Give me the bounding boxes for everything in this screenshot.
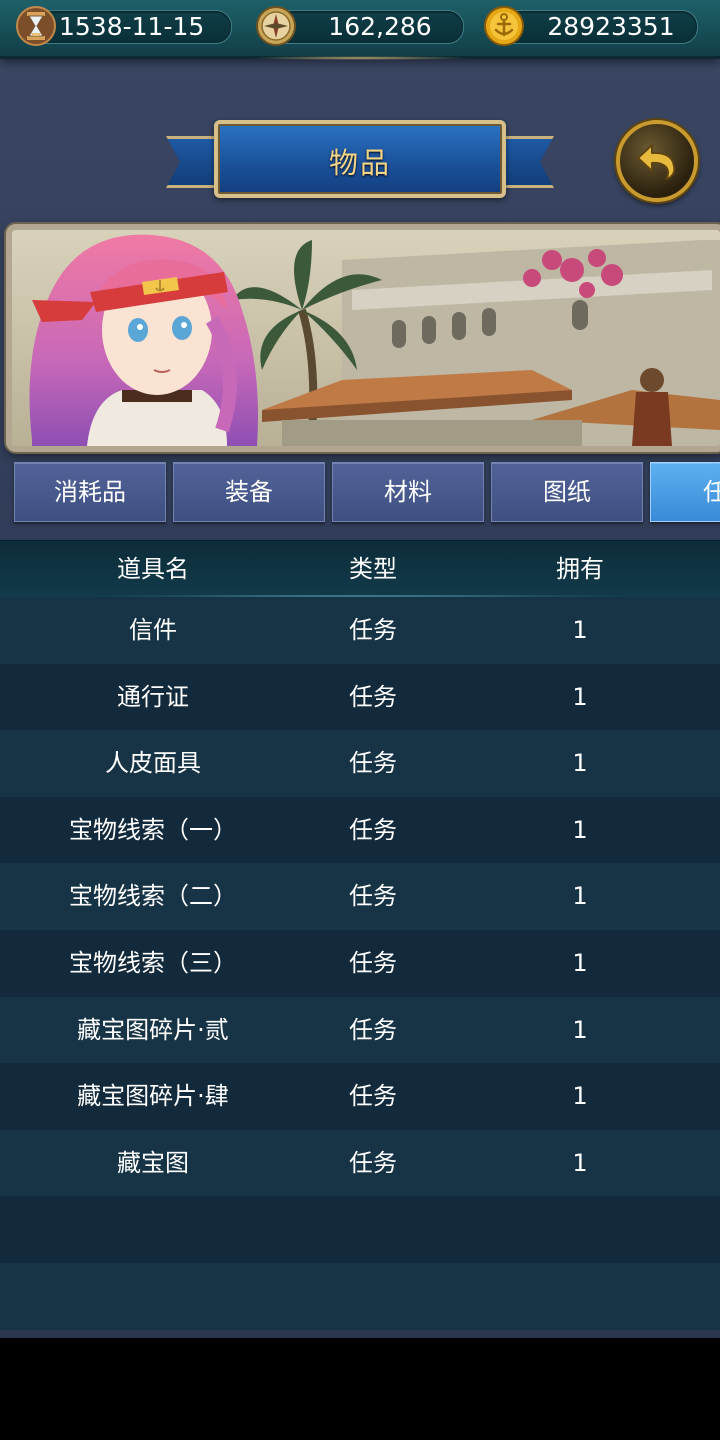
- anchor-coin-icon: [484, 6, 524, 46]
- item-name: 信件: [129, 616, 177, 644]
- tab-consumables[interactable]: 消耗品: [14, 462, 166, 522]
- item-type: 任务: [349, 1015, 397, 1044]
- empty-row: [0, 1196, 720, 1263]
- column-header-name: 道具名: [117, 555, 189, 583]
- item-name: 宝物线索（一）: [69, 815, 237, 844]
- tab-equipment[interactable]: 装备: [173, 462, 325, 522]
- item-count: 1: [572, 749, 588, 778]
- table-row[interactable]: 人皮面具 任务 1: [0, 730, 720, 797]
- column-header-owned: 拥有: [556, 555, 604, 583]
- item-type: 任务: [349, 948, 397, 977]
- ribbon-center: 物品: [214, 120, 506, 198]
- item-type: 任务: [349, 682, 397, 711]
- table-row[interactable]: 宝物线索（二） 任务 1: [0, 863, 720, 930]
- table-row[interactable]: 藏宝图 任务 1: [0, 1129, 720, 1197]
- date-display: 1538-11-15: [16, 6, 232, 46]
- tab-label: 材料: [384, 478, 432, 506]
- tab-label: 装备: [225, 478, 273, 506]
- table-row[interactable]: 宝物线索（一） 任务 1: [0, 796, 720, 864]
- harbor-town-illustration: [12, 230, 720, 446]
- back-arrow-icon: [637, 144, 676, 180]
- gold-resource: 28923351: [484, 6, 698, 46]
- item-name: 宝物线索（二）: [69, 882, 237, 911]
- table-row[interactable]: 藏宝图碎片·肆 任务 1: [0, 1063, 720, 1130]
- page-title: 物品: [328, 146, 391, 180]
- inventory-screen: 1538-11-15 162,286 28923351 物品 消耗品 装备 材料…: [0, 0, 720, 1338]
- table-row[interactable]: 藏宝图碎片·贰 任务 1: [0, 996, 720, 1064]
- date-value: 1538-11-15: [59, 12, 205, 41]
- table-row[interactable]: 信件 任务 1: [0, 597, 720, 664]
- empty-row: [0, 1262, 720, 1330]
- scene-panel: [6, 224, 720, 452]
- tab-quest[interactable]: 任: [650, 462, 720, 522]
- item-count: 1: [572, 815, 588, 844]
- item-count: 1: [572, 948, 588, 977]
- tab-blueprints[interactable]: 图纸: [491, 462, 643, 522]
- item-name: 藏宝图碎片·肆: [77, 1082, 229, 1111]
- gold-value: 28923351: [547, 12, 675, 41]
- hourglass-icon: [16, 6, 56, 46]
- table-row[interactable]: 宝物线索（三） 任务 1: [0, 929, 720, 997]
- item-count: 1: [572, 882, 588, 911]
- item-count: 1: [572, 1015, 588, 1044]
- item-type: 任务: [349, 815, 397, 844]
- title-banner: 物品: [166, 118, 554, 198]
- item-table: 道具名 类型 拥有 信件 任务 1 通行证 任务 1 人皮面具 任务 1 宝物线…: [0, 540, 720, 1330]
- item-count: 1: [572, 682, 588, 711]
- item-name: 宝物线索（三）: [69, 948, 237, 977]
- compass-value: 162,286: [328, 12, 432, 41]
- table-header: 道具名 类型 拥有: [0, 540, 720, 597]
- tab-label: 消耗品: [54, 478, 126, 506]
- item-name: 藏宝图: [117, 1148, 189, 1177]
- item-type: 任务: [349, 882, 397, 911]
- item-name: 通行证: [117, 682, 189, 711]
- item-type: 任务: [349, 749, 397, 778]
- item-count: 1: [572, 1082, 588, 1111]
- status-bar: 1538-11-15 162,286 28923351: [0, 0, 720, 60]
- item-count: 1: [572, 1148, 588, 1177]
- tab-materials[interactable]: 材料: [332, 462, 484, 522]
- compass-resource: 162,286: [256, 6, 464, 46]
- item-type: 任务: [349, 1082, 397, 1111]
- item-name: 藏宝图碎片·贰: [77, 1015, 229, 1044]
- item-count: 1: [572, 616, 588, 644]
- tab-label: 图纸: [543, 478, 591, 506]
- item-type: 任务: [349, 616, 397, 644]
- column-header-type: 类型: [349, 555, 397, 583]
- table-row[interactable]: 通行证 任务 1: [0, 663, 720, 731]
- compass-icon: [256, 6, 296, 46]
- back-button[interactable]: [616, 120, 698, 202]
- item-type: 任务: [349, 1148, 397, 1177]
- tab-label: 任: [703, 463, 720, 521]
- item-name: 人皮面具: [105, 749, 201, 778]
